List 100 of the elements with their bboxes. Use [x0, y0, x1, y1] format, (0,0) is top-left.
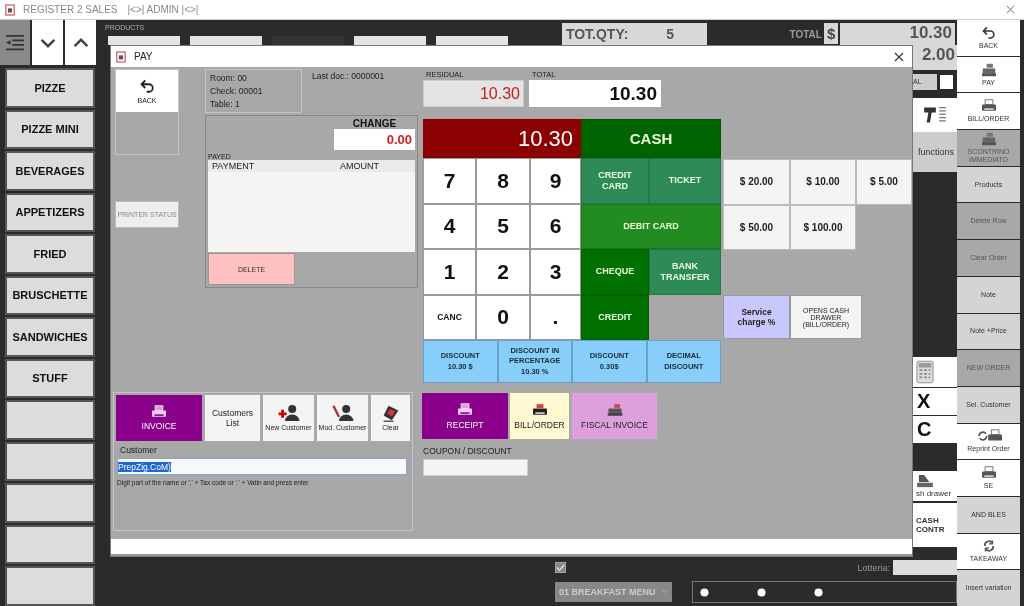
- cash-drawer-button[interactable]: sh drawer: [913, 471, 957, 501]
- payment-method-button[interactable]: CREDIT: [581, 294, 649, 340]
- keypad-key[interactable]: 3: [530, 249, 581, 295]
- payment-method-button[interactable]: BANK TRANSFER: [649, 249, 721, 295]
- printer-icon: [457, 402, 473, 417]
- payment-method-button[interactable]: CREDIT CARD: [581, 158, 649, 204]
- lottery-field[interactable]: [893, 560, 957, 575]
- list-toggle-button[interactable]: [0, 20, 30, 65]
- document-button[interactable]: FISCAL INVOICE: [571, 392, 658, 440]
- x-button[interactable]: X: [913, 388, 957, 415]
- quick-amount-button[interactable]: $ 10.00: [790, 159, 856, 205]
- keypad-key[interactable]: CANC: [423, 294, 476, 340]
- app-icon: [5, 3, 15, 16]
- product-tile[interactable]: [108, 36, 180, 45]
- coupon-input[interactable]: [423, 459, 528, 476]
- printer-icon: [980, 466, 997, 481]
- empty-category-button[interactable]: [5, 483, 95, 523]
- subtotal-value: 2.00: [913, 45, 957, 70]
- quick-amount-button[interactable]: $ 5.00: [856, 159, 912, 205]
- printer-icon: [151, 404, 167, 419]
- residual-value: 10.30: [423, 80, 524, 107]
- checkbox[interactable]: [555, 562, 566, 573]
- empty-category-button[interactable]: [5, 400, 95, 440]
- change-value: 0.00: [334, 129, 415, 150]
- cash-register-icon: [606, 402, 623, 417]
- keypad-key[interactable]: 6: [530, 203, 581, 249]
- payment-method-button[interactable]: DEBIT CARD: [581, 203, 721, 249]
- category-button[interactable]: SANDWICHES: [5, 317, 95, 357]
- small-field: [940, 75, 953, 89]
- keypad-key[interactable]: 8: [476, 158, 530, 204]
- radio-button[interactable]: [700, 587, 709, 597]
- column-header: AMOUNT: [340, 161, 379, 171]
- customer-action-button[interactable]: Customers List: [204, 394, 261, 442]
- category-button[interactable]: PIZZE: [5, 68, 95, 108]
- category-button[interactable]: STUFF: [5, 358, 95, 399]
- keypad-key[interactable]: 1: [423, 249, 476, 295]
- cash-register-icon: [980, 131, 997, 146]
- chevron-down-icon: [39, 37, 56, 48]
- quick-amount-button[interactable]: $ 50.00: [723, 204, 790, 250]
- product-tile[interactable]: [354, 36, 426, 45]
- cash-drawer-icon: [916, 474, 934, 488]
- keypad-key[interactable]: 0: [476, 294, 530, 340]
- printer-icon: [531, 402, 548, 417]
- empty-category-button[interactable]: [5, 566, 95, 606]
- quantity-value: 5: [666, 26, 675, 42]
- category-button[interactable]: PIZZE MINI: [5, 109, 95, 150]
- category-button[interactable]: BRUSCHETTE: [5, 275, 95, 316]
- lottery-label: Lotteria:: [857, 562, 890, 573]
- product-tile[interactable]: [436, 36, 508, 45]
- total-value: 10.30: [840, 23, 955, 45]
- keypad-key[interactable]: .: [530, 294, 581, 340]
- add-person-icon: [276, 403, 301, 422]
- empty-category-button[interactable]: [5, 524, 95, 565]
- category-button[interactable]: BEVERAGES: [5, 151, 95, 191]
- quick-amount-button[interactable]: $ 100.00: [790, 204, 856, 250]
- last-document-label: Last doc.: 0000001: [312, 71, 385, 83]
- keypad-key[interactable]: 7: [423, 158, 476, 204]
- keypad-key[interactable]: 5: [476, 203, 530, 249]
- customer-label: Customer: [120, 445, 158, 455]
- customer-action-button[interactable]: INVOICE: [115, 394, 203, 442]
- calculator-button[interactable]: [913, 357, 957, 387]
- payment-method-button[interactable]: CHEQUE: [581, 249, 649, 295]
- document-button[interactable]: BILL/ORDER: [509, 392, 570, 440]
- keypad-key[interactable]: 2: [476, 249, 530, 295]
- total-label: TOTAL: [789, 29, 822, 40]
- menu-icon: [4, 33, 26, 52]
- dialog-icon: [116, 50, 126, 63]
- category-button[interactable]: FRIED: [5, 234, 95, 274]
- functions-button[interactable]: functions: [913, 132, 957, 172]
- c-button[interactable]: C: [913, 416, 957, 443]
- product-tile[interactable]: [190, 36, 262, 45]
- extra-button[interactable]: Service charge %: [723, 295, 790, 339]
- category-button[interactable]: APPETIZERS: [5, 192, 95, 233]
- cash-register-icon: [980, 62, 997, 77]
- payment-method-button[interactable]: TICKET: [649, 158, 721, 204]
- order-info-text: Check: 00001: [210, 85, 264, 98]
- scroll-up-button[interactable]: [65, 20, 96, 65]
- coupon-label: COUPON / DISCOUNT: [423, 446, 513, 456]
- total-value: 10.30: [529, 80, 661, 107]
- customer-input[interactable]: PrepZig.CoM): [117, 458, 407, 475]
- product-tile[interactable]: [272, 36, 344, 45]
- quick-amount-button[interactable]: $ 20.00: [723, 159, 790, 205]
- payment-method-button[interactable]: CASH: [581, 119, 721, 158]
- radio-button[interactable]: [757, 587, 766, 597]
- change-label: CHANGE: [351, 118, 398, 129]
- keypad-key[interactable]: 4: [423, 203, 476, 249]
- document-button[interactable]: RECEIPT: [421, 392, 509, 440]
- amount-display: 10.30: [423, 119, 581, 158]
- currency-symbol: $: [823, 23, 839, 44]
- close-icon[interactable]: [894, 51, 904, 62]
- radio-button[interactable]: [814, 587, 823, 597]
- keypad-key[interactable]: 9: [530, 158, 581, 204]
- cash-control-button[interactable]: CASH CONTR: [913, 503, 957, 547]
- edit-person-icon: [330, 403, 355, 422]
- dialog-title: PAY: [134, 51, 153, 62]
- empty-category-button[interactable]: [5, 441, 95, 482]
- chevron-up-icon: [72, 37, 89, 48]
- window-title: REGISTER 2 SALES: [23, 4, 118, 15]
- session-label: |<>| ADMIN |<>|: [127, 4, 199, 15]
- scroll-down-button[interactable]: [32, 20, 63, 65]
